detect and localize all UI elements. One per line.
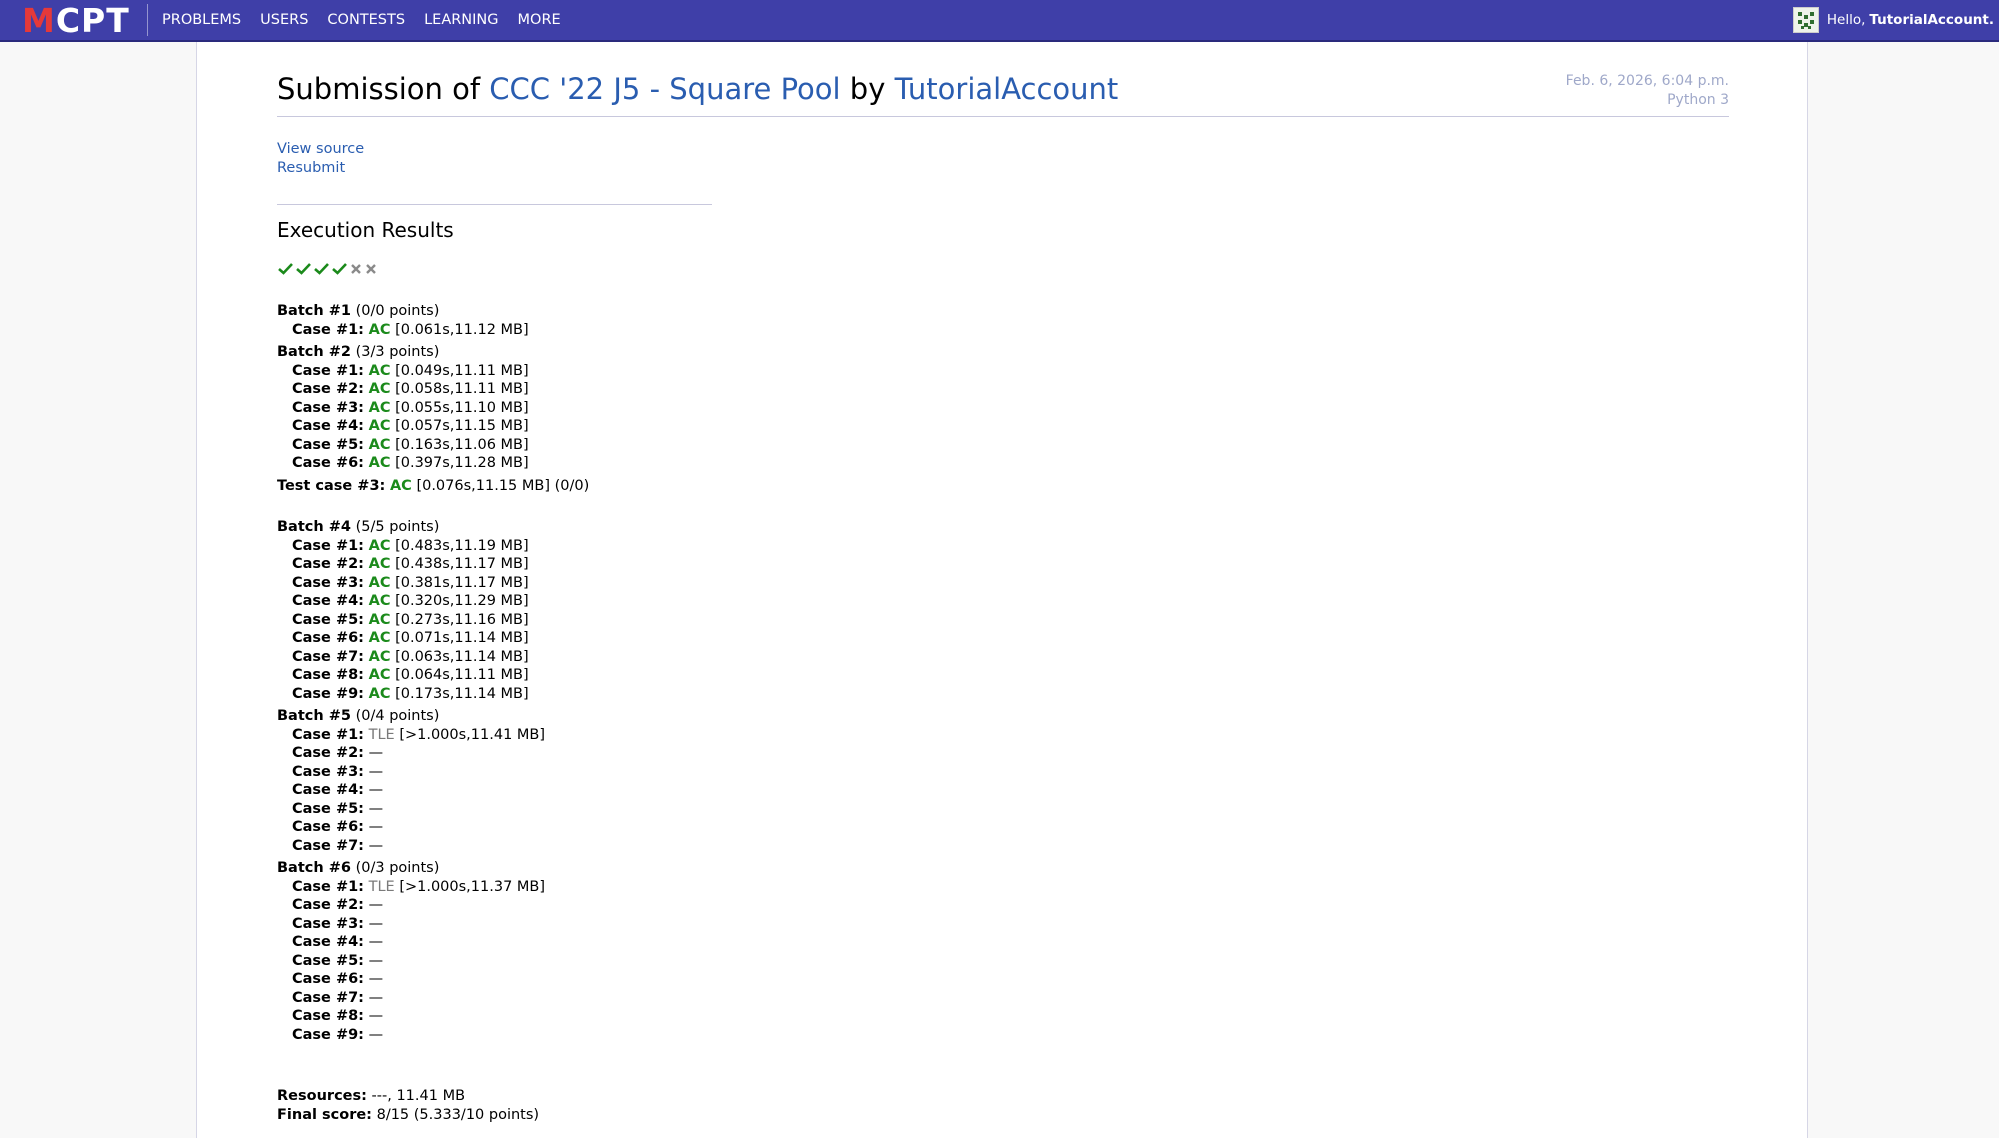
title-by: by xyxy=(849,72,886,106)
submission-summary: Resources: ---, 11.41 MB Final score: 8/… xyxy=(277,1087,539,1124)
execution-results-heading: Execution Results xyxy=(277,218,454,242)
batch-label: Batch #1 xyxy=(277,303,351,319)
case-row: Case #8: — xyxy=(292,1008,384,1024)
submission-language: Python 3 xyxy=(1667,92,1729,108)
nav-menu: PROBLEMS USERS CONTESTS LEARNING MORE xyxy=(162,0,580,40)
case-row: Case #7: AC [0.063s,11.14 MB] xyxy=(292,648,529,665)
batch-2-header: Batch #2 (3/3 points) xyxy=(277,343,589,362)
case-row: Case #6: — xyxy=(292,819,384,835)
case-row: Case #2: AC [0.438s,11.17 MB] xyxy=(292,556,529,572)
batch-points: (3/3 points) xyxy=(355,344,440,360)
top-navbar: M CPT PROBLEMS USERS CONTESTS LEARNING MO… xyxy=(0,0,1999,42)
resources-row: Resources: ---, 11.41 MB xyxy=(277,1088,466,1104)
submission-actions: View source Resubmit xyxy=(277,140,364,178)
case-row: Case #6: AC [0.071s,11.14 MB] xyxy=(292,630,529,646)
case-row: Case #7: — xyxy=(292,989,384,1006)
check-icon xyxy=(332,263,347,275)
case-row: Case #1: AC [0.049s,11.11 MB] xyxy=(292,362,529,379)
nav-more[interactable]: MORE xyxy=(518,12,561,28)
nav-divider xyxy=(147,4,148,36)
case-row: Case #1: TLE [>1.000s,11.41 MB] xyxy=(292,726,546,743)
case-row: Case #3: — xyxy=(292,915,384,932)
case-row: Case #8: AC [0.064s,11.11 MB] xyxy=(292,667,529,683)
batch-points: (0/4 points) xyxy=(355,708,440,724)
case-row: Case #4: AC [0.057s,11.15 MB] xyxy=(292,418,529,434)
user-menu[interactable]: Hello, TutorialAccount. xyxy=(1792,0,1994,40)
site-logo[interactable]: M CPT xyxy=(22,0,130,40)
page-title: Submission of CCC '22 J5 - Square Pool b… xyxy=(277,72,1118,106)
x-icon xyxy=(366,263,376,274)
case-row: Case #6: — xyxy=(292,971,384,987)
case-row: Case #1: TLE [>1.000s,11.37 MB] xyxy=(292,878,546,895)
case-row: Case #2: — xyxy=(292,745,384,761)
greeting-text: Hello, xyxy=(1826,12,1866,28)
x-icon xyxy=(351,263,361,274)
final-score-row: Final score: 8/15 (5.333/10 points) xyxy=(277,1106,540,1123)
case-row: Case #9: — xyxy=(292,1026,384,1043)
batch-label: Batch #4 xyxy=(277,519,351,535)
resubmit-link[interactable]: Resubmit xyxy=(277,159,364,178)
case-row: Case #4: — xyxy=(292,934,384,950)
author-link[interactable]: TutorialAccount xyxy=(895,72,1119,106)
case-row: Case #1: AC [0.061s,11.12 MB] xyxy=(292,321,529,338)
nav-problems[interactable]: PROBLEMS xyxy=(162,12,241,28)
view-source-link[interactable]: View source xyxy=(277,140,364,159)
case-row: Case #9: AC [0.173s,11.14 MB] xyxy=(292,685,529,702)
batch-label: Batch #2 xyxy=(277,344,351,360)
nav-contests[interactable]: CONTESTS xyxy=(327,12,405,28)
submission-meta: Feb. 6, 2026, 6:04 p.m. Python 3 xyxy=(1566,72,1729,110)
execution-results: Batch #1 (0/0 points) Case #1: AC [0.061… xyxy=(277,298,589,1044)
batch-summary-icons xyxy=(278,262,377,275)
submission-date: Feb. 6, 2026, 6:04 p.m. xyxy=(1565,73,1729,89)
case-row: Case #5: AC [0.163s,11.06 MB] xyxy=(292,436,529,453)
case-row: Case #5: — xyxy=(292,800,384,817)
case-row: Case #3: — xyxy=(292,763,384,780)
title-row: Submission of CCC '22 J5 - Square Pool b… xyxy=(277,68,1729,117)
batch-6-header: Batch #6 (0/3 points) xyxy=(277,859,589,878)
case-row: Case #4: — xyxy=(292,782,384,798)
case-row: Case #5: — xyxy=(292,952,384,969)
problem-link[interactable]: CCC '22 J5 - Square Pool xyxy=(489,72,840,106)
section-divider xyxy=(277,204,712,205)
case-row: Case #2: AC [0.058s,11.11 MB] xyxy=(292,381,529,397)
username[interactable]: TutorialAccount. xyxy=(1869,12,1994,28)
batch-points: (5/5 points) xyxy=(355,519,440,535)
title-prefix: Submission of xyxy=(277,72,481,106)
test-case-3-row: Test case #3: AC [0.076s,11.15 MB] (0/0) xyxy=(277,477,590,494)
case-row: Case #3: AC [0.055s,11.10 MB] xyxy=(292,399,529,416)
batch-4-header: Batch #4 (5/5 points) xyxy=(277,518,589,537)
case-row: Case #7: — xyxy=(292,837,384,854)
case-row: Case #4: AC [0.320s,11.29 MB] xyxy=(292,593,529,609)
batch-1-header: Batch #1 (0/0 points) xyxy=(277,302,589,321)
logo-letter-m: M xyxy=(22,0,56,40)
batch-5-header: Batch #5 (0/4 points) xyxy=(277,707,589,726)
case-row: Case #6: AC [0.397s,11.28 MB] xyxy=(292,455,529,471)
batch-points: (0/3 points) xyxy=(355,860,440,876)
check-icon xyxy=(314,263,329,275)
check-icon xyxy=(296,263,311,275)
check-icon xyxy=(278,263,293,275)
nav-users[interactable]: USERS xyxy=(260,12,308,28)
case-row: Case #3: AC [0.381s,11.17 MB] xyxy=(292,574,529,591)
logo-letters: CPT xyxy=(55,0,130,40)
page-content: Submission of CCC '22 J5 - Square Pool b… xyxy=(196,42,1808,1138)
case-row: Case #5: AC [0.273s,11.16 MB] xyxy=(292,611,529,628)
case-row: Case #2: — xyxy=(292,897,384,913)
nav-learning[interactable]: LEARNING xyxy=(424,12,498,28)
batch-label: Batch #5 xyxy=(277,708,351,724)
batch-points: (0/0 points) xyxy=(355,303,440,319)
avatar-icon xyxy=(1792,7,1819,33)
case-row: Case #1: AC [0.483s,11.19 MB] xyxy=(292,537,529,554)
batch-label: Batch #6 xyxy=(277,860,351,876)
